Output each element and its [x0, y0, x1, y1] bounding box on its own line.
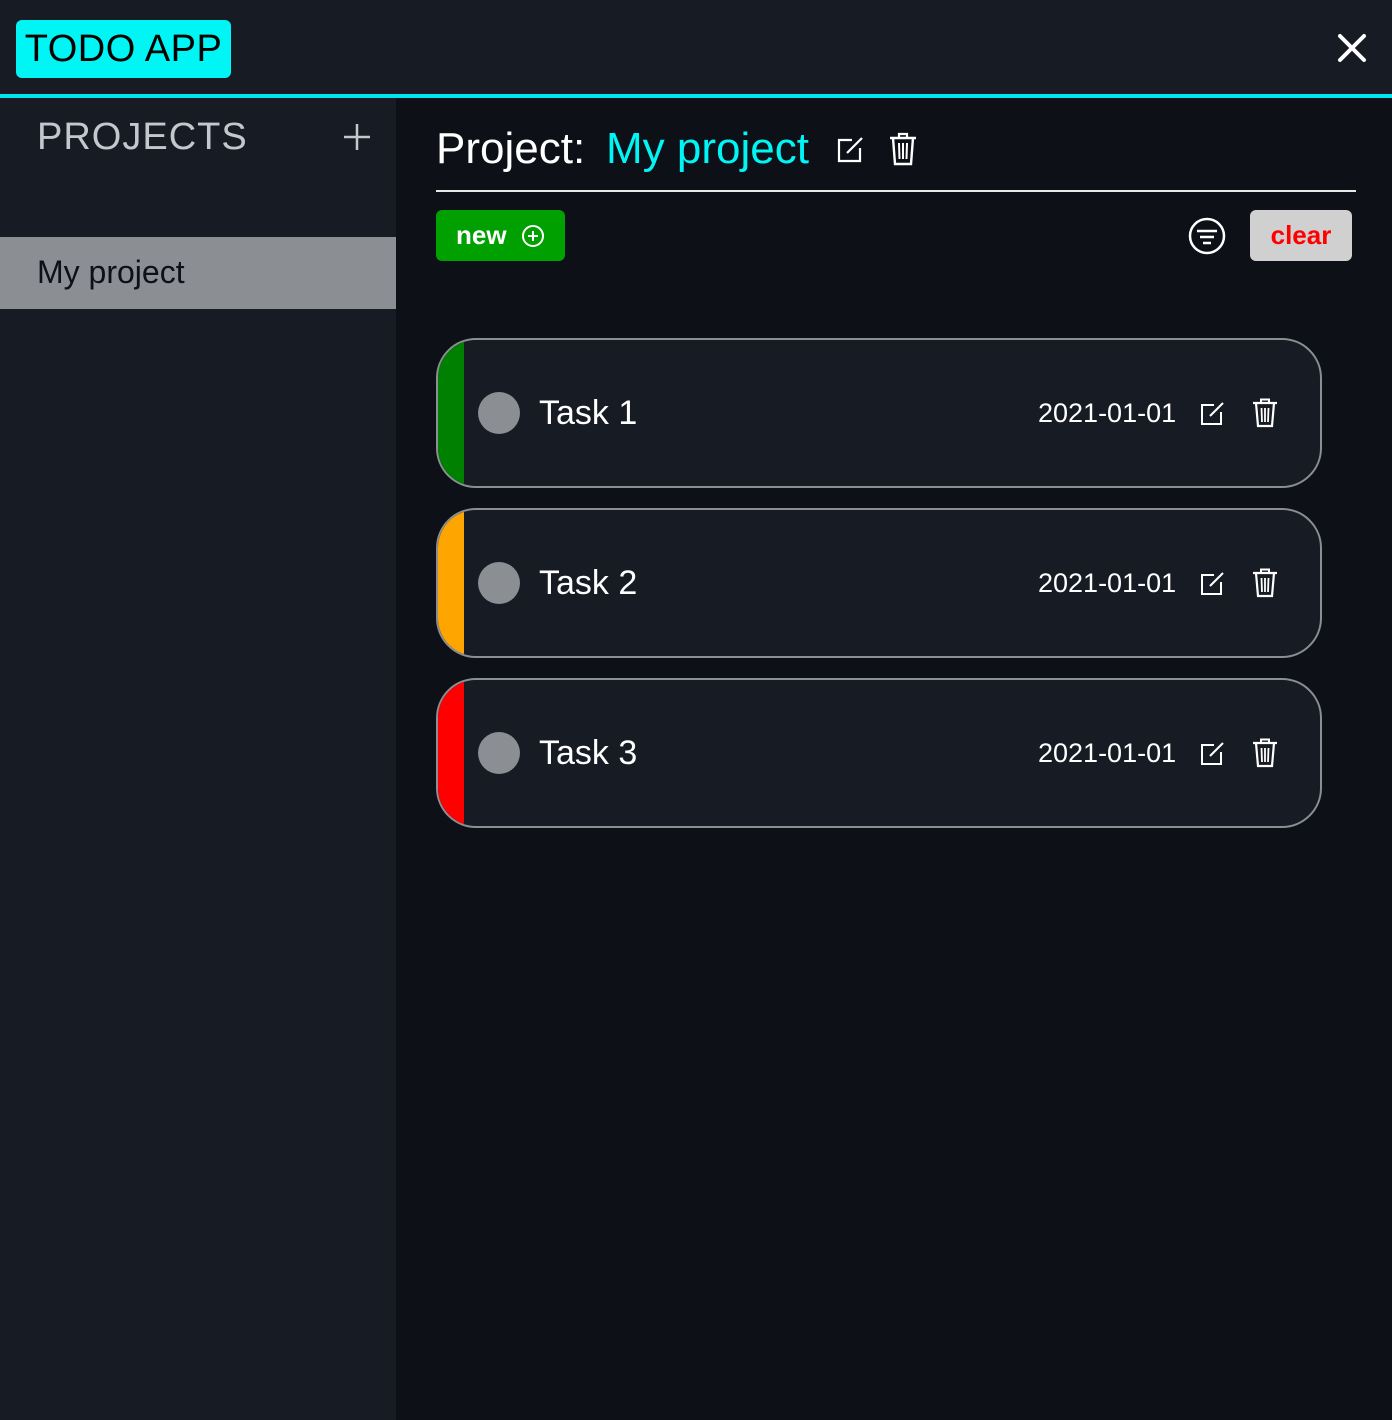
trash-icon[interactable] [1252, 398, 1278, 428]
sidebar-item-my-project[interactable]: My project [0, 237, 396, 309]
sidebar-item-label: My project [37, 254, 185, 290]
task-title: Task 1 [539, 394, 638, 432]
close-icon[interactable] [1330, 26, 1374, 70]
new-task-button[interactable]: new [436, 210, 565, 261]
trash-icon[interactable] [888, 132, 918, 166]
task-complete-toggle[interactable] [478, 562, 520, 604]
priority-bar [438, 510, 464, 656]
filter-icon[interactable] [1188, 217, 1226, 255]
todo-app: TODO APP PROJECTS My project Project: My… [0, 0, 1392, 1420]
task-card[interactable]: Task 2 2021-01-01 [436, 508, 1322, 658]
plus-circle-icon [522, 225, 544, 247]
trash-icon[interactable] [1252, 738, 1278, 768]
project-header: Project: My project [436, 122, 1356, 192]
priority-bar [438, 680, 464, 826]
task-card[interactable]: Task 3 2021-01-01 [436, 678, 1322, 828]
task-title: Task 2 [539, 564, 638, 602]
app-title: TODO APP [16, 20, 231, 78]
edit-icon[interactable] [1198, 740, 1226, 768]
main-panel: Project: My project new clear Task 1 202… [396, 98, 1392, 1420]
edit-icon[interactable] [1198, 570, 1226, 598]
task-title: Task 3 [539, 734, 638, 772]
project-label: Project: [436, 124, 586, 173]
task-date: 2021-01-01 [1038, 738, 1177, 768]
trash-icon[interactable] [1252, 568, 1278, 598]
task-complete-toggle[interactable] [478, 392, 520, 434]
sidebar-title: PROJECTS [37, 116, 248, 158]
plus-icon[interactable] [340, 120, 374, 154]
edit-icon[interactable] [1198, 400, 1226, 428]
new-button-label: new [456, 220, 507, 250]
clear-button-label: clear [1270, 220, 1332, 250]
edit-project-icon[interactable] [834, 134, 866, 166]
app-header: TODO APP [0, 0, 1392, 98]
task-complete-toggle[interactable] [478, 732, 520, 774]
task-card[interactable]: Task 1 2021-01-01 [436, 338, 1322, 488]
priority-bar [438, 340, 464, 486]
task-date: 2021-01-01 [1038, 568, 1177, 598]
sidebar: PROJECTS My project [0, 98, 396, 1420]
clear-button[interactable]: clear [1250, 210, 1352, 261]
project-name: My project [606, 124, 809, 173]
task-date: 2021-01-01 [1038, 398, 1177, 428]
